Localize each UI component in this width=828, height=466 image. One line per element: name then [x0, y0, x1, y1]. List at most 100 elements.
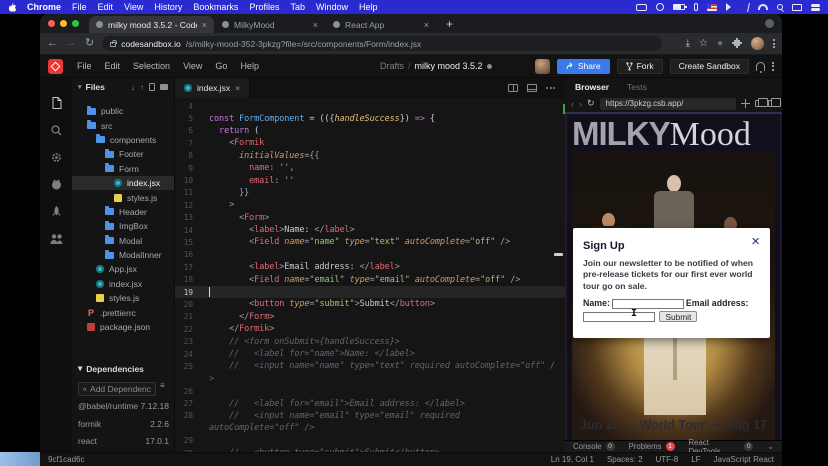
code-line[interactable]: 11 }} [175, 187, 565, 199]
csb-menu-edit[interactable]: Edit [105, 61, 121, 71]
editor-more-icon[interactable] [546, 87, 555, 89]
code-line[interactable]: 12 > [175, 199, 565, 211]
tree-item-stylesjs[interactable]: styles.js [72, 190, 174, 204]
secure-lock-icon[interactable] [110, 42, 116, 47]
code-line[interactable]: 22 </Formik> [175, 323, 565, 335]
browser-tab[interactable]: React App× [326, 16, 436, 33]
spotlight-icon[interactable] [777, 4, 783, 10]
tab-browser[interactable]: Browser [575, 82, 609, 92]
apple-menu-icon[interactable] [8, 3, 16, 12]
bookmark-star-icon[interactable]: ☆ [699, 39, 708, 49]
code-line[interactable]: 5const FormComponent = (({handleSuccess}… [175, 112, 565, 124]
menubar-item-bookmarks[interactable]: Bookmarks [193, 2, 238, 12]
code-line[interactable]: 15 <Field name="name" type="text" autoCo… [175, 236, 565, 248]
tree-item-imgbox[interactable]: ImgBox [72, 219, 174, 233]
create-sandbox-button[interactable]: Create Sandbox [670, 59, 749, 74]
install-app-icon[interactable]: ⤓ [686, 39, 690, 49]
statusbar-item[interactable]: JavaScript React [714, 455, 774, 464]
csb-menu-go[interactable]: Go [215, 61, 227, 71]
open-new-window-icon[interactable] [768, 100, 776, 107]
browser-tab[interactable]: MilkyMood× [215, 16, 325, 33]
code-line[interactable]: 21 </Form> [175, 311, 565, 323]
bluetooth-icon[interactable] [743, 3, 750, 12]
forward-button[interactable]: → [66, 38, 77, 49]
code-line[interactable]: 20 <button type="submit">Submit</button> [175, 298, 565, 310]
code-line[interactable]: 29 [175, 435, 565, 447]
code-line[interactable]: 9 name: '', [175, 162, 565, 174]
csb-menu-selection[interactable]: Selection [133, 61, 170, 71]
devtools-tab-reactdevtools[interactable]: React DevTools0 [689, 438, 754, 453]
tree-item-prettierrc[interactable]: P.prettierrc [72, 305, 174, 319]
upload-icon[interactable]: ↑ [140, 83, 144, 92]
input-flag-icon[interactable] [707, 4, 717, 11]
tree-item-modal[interactable]: Modal [72, 234, 174, 248]
menubar-item-view[interactable]: View [124, 2, 143, 12]
control-center-icon[interactable] [811, 3, 820, 12]
code-line[interactable]: 25 // <input name="name" type="text" req… [175, 360, 565, 372]
csb-menu-file[interactable]: File [77, 61, 92, 71]
duplicate-icon[interactable] [755, 100, 763, 107]
new-tab-button[interactable]: + [446, 16, 453, 33]
csb-logo-icon[interactable] [48, 59, 63, 74]
menubar-item-history[interactable]: History [154, 2, 182, 12]
menubar-item-chrome[interactable]: Chrome [27, 2, 61, 12]
browser-tab[interactable]: milky mood 3.5.2 - CodeSand× [89, 16, 214, 33]
screen-record-icon[interactable] [636, 4, 647, 11]
pause-icon[interactable] [656, 3, 664, 11]
tree-item-indexjsx[interactable]: index.jsx [72, 277, 174, 291]
search-icon[interactable] [50, 124, 63, 137]
preview-back-icon[interactable]: ‹ [571, 99, 574, 109]
code-line[interactable]: 8 initialValues={{ [175, 150, 565, 162]
email-input[interactable] [583, 312, 655, 322]
layout-panel-icon[interactable] [527, 84, 537, 92]
volume-icon[interactable] [726, 3, 735, 11]
breadcrumb-root[interactable]: Drafts [380, 61, 404, 71]
csb-user-avatar[interactable] [535, 59, 550, 74]
code-line[interactable]: 26 [175, 385, 565, 397]
code-line[interactable]: 10 email: '' [175, 174, 565, 186]
name-input[interactable] [612, 299, 684, 309]
explorer-files-icon[interactable] [50, 96, 63, 110]
back-button[interactable]: ← [47, 38, 58, 49]
scrollbar-handle[interactable] [554, 253, 563, 256]
zoom-window-button[interactable] [72, 20, 79, 27]
tab-close-icon[interactable]: × [424, 20, 429, 30]
tree-item-packagejson[interactable]: package.json [72, 320, 174, 334]
tab-tests[interactable]: Tests [627, 82, 647, 92]
share-button[interactable]: Share [557, 59, 610, 74]
dependencies-header[interactable]: ▾ Dependencies [78, 363, 144, 374]
code-line[interactable]: > [175, 373, 565, 385]
dependency-row[interactable]: @babel/runtime7.12.18 [78, 401, 169, 419]
minimize-window-button[interactable] [60, 20, 67, 27]
code-line[interactable]: 28 // <input name="email" type="email" r… [175, 410, 565, 422]
statusbar-item[interactable]: Ln 19, Col 1 [551, 455, 594, 464]
code-line[interactable]: 18 <Field name="email" type="email" auto… [175, 273, 565, 285]
statusbar-item[interactable]: Spaces: 2 [607, 455, 643, 464]
menubar-item-help[interactable]: Help [359, 2, 378, 12]
code-line[interactable]: 6 return ( [175, 125, 565, 137]
sandbox-title[interactable]: milky mood 3.5.2 [415, 61, 483, 71]
tree-item-stylesjs[interactable]: styles.js [72, 291, 174, 305]
display-icon[interactable] [792, 4, 802, 11]
code-line[interactable]: 14 <label>Name: </label> [175, 224, 565, 236]
statusbar-item[interactable]: LF [691, 455, 700, 464]
code-line[interactable]: 13 <Form> [175, 212, 565, 224]
code-line[interactable]: 19 [175, 286, 565, 298]
tab-close-icon[interactable]: × [202, 20, 207, 30]
tree-item-src[interactable]: src [72, 118, 174, 132]
menubar-item-profiles[interactable]: Profiles [249, 2, 279, 12]
notifications-bell-icon[interactable] [756, 62, 765, 71]
settings-gear-icon[interactable] [50, 151, 63, 164]
tree-item-header[interactable]: Header [72, 205, 174, 219]
code-line[interactable]: 27 // <label for="email">Email address: … [175, 397, 565, 409]
status-circle-icon[interactable]: ● [717, 39, 723, 49]
preview-url-field[interactable]: https://3pkzg.csb.app/ [600, 98, 736, 110]
tree-item-modalinner[interactable]: ModalInner [72, 248, 174, 262]
submit-button[interactable]: Submit [659, 311, 697, 322]
files-section-header[interactable]: ▾ Files ↓ ↑ [72, 78, 174, 96]
code-line[interactable]: 4 [175, 100, 565, 112]
preview-reload-icon[interactable]: ↻ [587, 98, 595, 109]
tree-item-indexjsx[interactable]: index.jsx [72, 176, 174, 190]
close-window-button[interactable] [48, 20, 55, 27]
live-users-icon[interactable] [49, 233, 64, 245]
